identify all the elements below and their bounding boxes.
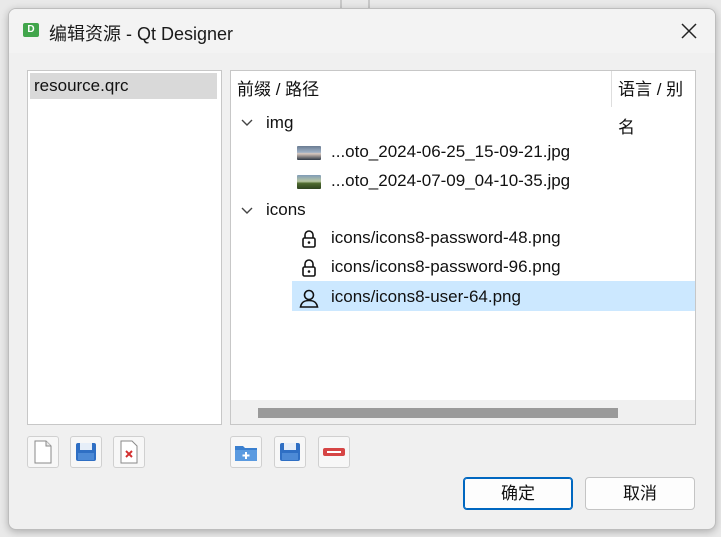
tree-group-img[interactable]: img (266, 108, 293, 137)
column-header-prefix-path[interactable]: 前缀 / 路径 (237, 71, 319, 109)
tree-item[interactable]: icons/icons8-password-48.png (297, 223, 561, 252)
scrollbar-thumb[interactable] (258, 408, 618, 418)
add-files-icon (280, 443, 300, 461)
remove-icon (323, 448, 345, 456)
save-resource-file-button[interactable] (70, 436, 102, 468)
photo-thumbnail-icon (297, 145, 321, 160)
save-icon (76, 443, 96, 461)
window-title: 编辑资源 - Qt Designer (49, 24, 234, 44)
tree-group-icons[interactable]: icons (266, 195, 306, 224)
tree-item-label: icons/icons8-password-48.png (331, 228, 561, 247)
remove-button[interactable] (318, 436, 350, 468)
chevron-down-icon[interactable] (240, 116, 254, 130)
tree-item-label: ...oto_2024-07-09_04-10-35.jpg (331, 171, 571, 190)
user-icon (299, 289, 319, 308)
qt-designer-app-icon: D (23, 23, 39, 37)
add-prefix-button[interactable] (230, 436, 262, 468)
resource-tree[interactable]: 前缀 / 路径 语言 / 别名 img ...oto_2024-06-25_15… (230, 70, 696, 425)
add-prefix-icon (235, 446, 257, 461)
close-icon (681, 23, 697, 39)
tree-item-selected[interactable]: icons/icons8-user-64.png (297, 282, 521, 311)
new-resource-file-button[interactable] (27, 436, 59, 468)
tree-item[interactable]: ...oto_2024-06-25_15-09-21.jpg (297, 137, 570, 166)
ok-button[interactable]: 确定 (463, 477, 573, 510)
resource-file-list[interactable]: resource.qrc (27, 70, 222, 425)
close-button[interactable] (663, 9, 715, 53)
tree-item[interactable]: icons/icons8-password-96.png (297, 252, 561, 281)
title-bar: D 编辑资源 - Qt Designer (9, 9, 715, 53)
add-files-button[interactable] (274, 436, 306, 468)
remove-resource-file-button[interactable] (113, 436, 145, 468)
column-separator[interactable] (611, 71, 612, 107)
horizontal-scrollbar[interactable] (231, 400, 695, 424)
cancel-button[interactable]: 取消 (585, 477, 695, 510)
edit-resources-dialog: D 编辑资源 - Qt Designer resource.qrc 前缀 / 路… (8, 8, 716, 530)
new-file-icon (34, 440, 52, 464)
lock-icon (302, 258, 316, 277)
chevron-down-icon[interactable] (240, 204, 254, 218)
tree-item-label: ...oto_2024-06-25_15-09-21.jpg (331, 142, 571, 161)
tree-item-label: icons/icons8-password-96.png (331, 257, 561, 276)
tree-item-label: icons/icons8-user-64.png (331, 287, 521, 306)
tree-item[interactable]: ...oto_2024-07-09_04-10-35.jpg (297, 166, 570, 195)
photo-thumbnail-icon (297, 174, 321, 189)
remove-file-icon (120, 440, 138, 464)
resource-file-item[interactable]: resource.qrc (30, 73, 217, 99)
lock-icon (302, 229, 316, 248)
column-header-language-alias[interactable]: 语言 / 别名 (618, 71, 695, 137)
